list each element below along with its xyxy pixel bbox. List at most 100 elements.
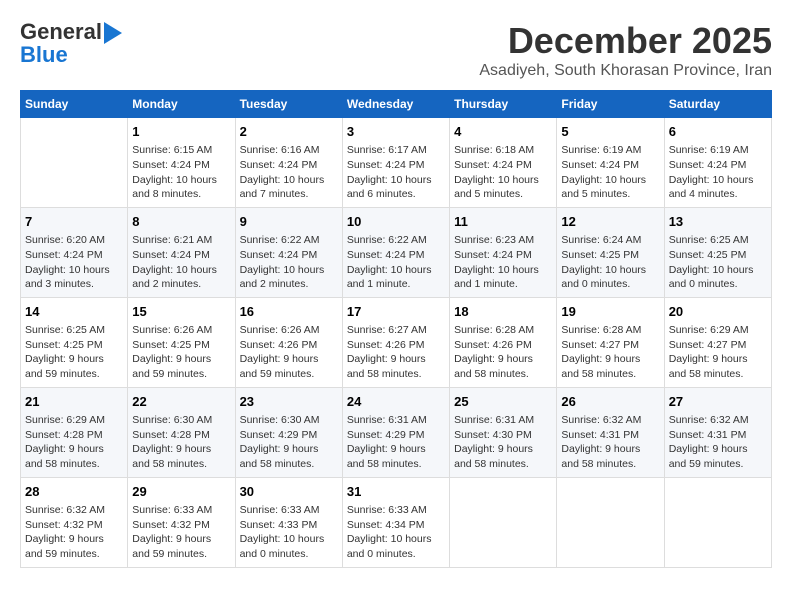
calendar-week-row: 1 Sunrise: 6:15 AM Sunset: 4:24 PM Daylig…: [21, 118, 772, 208]
day-number: 19: [561, 303, 659, 321]
calendar-cell: 17 Sunrise: 6:27 AM Sunset: 4:26 PM Dayli…: [342, 297, 449, 387]
day-number: 31: [347, 483, 445, 501]
weekday-header-monday: Monday: [128, 91, 235, 118]
day-info: Sunrise: 6:16 AM Sunset: 4:24 PM Dayligh…: [240, 143, 338, 202]
calendar-cell: [21, 118, 128, 208]
logo: General Blue: [20, 20, 122, 68]
calendar-cell: 18 Sunrise: 6:28 AM Sunset: 4:26 PM Dayli…: [450, 297, 557, 387]
day-info: Sunrise: 6:17 AM Sunset: 4:24 PM Dayligh…: [347, 143, 445, 202]
calendar-cell: 28 Sunrise: 6:32 AM Sunset: 4:32 PM Dayli…: [21, 477, 128, 567]
day-info: Sunrise: 6:31 AM Sunset: 4:30 PM Dayligh…: [454, 413, 552, 472]
day-info: Sunrise: 6:32 AM Sunset: 4:31 PM Dayligh…: [561, 413, 659, 472]
weekday-header-wednesday: Wednesday: [342, 91, 449, 118]
day-number: 3: [347, 123, 445, 141]
title-block: December 2025 Asadiyeh, South Khorasan P…: [479, 20, 772, 80]
calendar-cell: 13 Sunrise: 6:25 AM Sunset: 4:25 PM Dayli…: [664, 207, 771, 297]
day-number: 22: [132, 393, 230, 411]
day-number: 17: [347, 303, 445, 321]
calendar-cell: 22 Sunrise: 6:30 AM Sunset: 4:28 PM Dayli…: [128, 387, 235, 477]
day-number: 8: [132, 213, 230, 231]
day-number: 24: [347, 393, 445, 411]
calendar-week-row: 14 Sunrise: 6:25 AM Sunset: 4:25 PM Dayli…: [21, 297, 772, 387]
day-number: 25: [454, 393, 552, 411]
calendar-cell: [557, 477, 664, 567]
day-number: 2: [240, 123, 338, 141]
day-info: Sunrise: 6:26 AM Sunset: 4:25 PM Dayligh…: [132, 323, 230, 382]
day-info: Sunrise: 6:22 AM Sunset: 4:24 PM Dayligh…: [240, 233, 338, 292]
day-number: 26: [561, 393, 659, 411]
day-number: 14: [25, 303, 123, 321]
logo-text-blue: Blue: [20, 42, 68, 68]
day-info: Sunrise: 6:30 AM Sunset: 4:28 PM Dayligh…: [132, 413, 230, 472]
day-number: 13: [669, 213, 767, 231]
calendar-cell: 27Sunrise: 6:32 AM Sunset: 4:31 PM Dayli…: [664, 387, 771, 477]
day-number: 6: [669, 123, 767, 141]
day-number: 1: [132, 123, 230, 141]
day-number: 29: [132, 483, 230, 501]
day-number: 21: [25, 393, 123, 411]
day-number: 12: [561, 213, 659, 231]
day-info: Sunrise: 6:19 AM Sunset: 4:24 PM Dayligh…: [669, 143, 767, 202]
logo-text-general: General: [20, 19, 102, 44]
day-info: Sunrise: 6:28 AM Sunset: 4:27 PM Dayligh…: [561, 323, 659, 382]
day-number: 28: [25, 483, 123, 501]
calendar-cell: 31 Sunrise: 6:33 AM Sunset: 4:34 PM Dayli…: [342, 477, 449, 567]
calendar-cell: 30 Sunrise: 6:33 AM Sunset: 4:33 PM Dayli…: [235, 477, 342, 567]
day-info: Sunrise: 6:28 AM Sunset: 4:26 PM Dayligh…: [454, 323, 552, 382]
month-year-title: December 2025: [479, 20, 772, 62]
calendar-cell: 29 Sunrise: 6:33 AM Sunset: 4:32 PM Dayli…: [128, 477, 235, 567]
day-info: Sunrise: 6:25 AM Sunset: 4:25 PM Dayligh…: [669, 233, 767, 292]
day-info: Sunrise: 6:33 AM Sunset: 4:33 PM Dayligh…: [240, 503, 338, 562]
day-info: Sunrise: 6:22 AM Sunset: 4:24 PM Dayligh…: [347, 233, 445, 292]
day-info: Sunrise: 6:23 AM Sunset: 4:24 PM Dayligh…: [454, 233, 552, 292]
calendar-cell: 21 Sunrise: 6:29 AM Sunset: 4:28 PM Dayli…: [21, 387, 128, 477]
day-number: 15: [132, 303, 230, 321]
day-info: Sunrise: 6:27 AM Sunset: 4:26 PM Dayligh…: [347, 323, 445, 382]
weekday-header-tuesday: Tuesday: [235, 91, 342, 118]
calendar-cell: [450, 477, 557, 567]
page-header: General Blue December 2025 Asadiyeh, Sou…: [20, 20, 772, 80]
day-info: Sunrise: 6:26 AM Sunset: 4:26 PM Dayligh…: [240, 323, 338, 382]
day-number: 4: [454, 123, 552, 141]
day-number: 27: [669, 393, 767, 411]
day-info: Sunrise: 6:25 AM Sunset: 4:25 PM Dayligh…: [25, 323, 123, 382]
calendar-week-row: 21 Sunrise: 6:29 AM Sunset: 4:28 PM Dayli…: [21, 387, 772, 477]
calendar-cell: 24Sunrise: 6:31 AM Sunset: 4:29 PM Dayli…: [342, 387, 449, 477]
day-info: Sunrise: 6:33 AM Sunset: 4:32 PM Dayligh…: [132, 503, 230, 562]
calendar-cell: 12Sunrise: 6:24 AM Sunset: 4:25 PM Dayli…: [557, 207, 664, 297]
calendar-cell: 26 Sunrise: 6:32 AM Sunset: 4:31 PM Dayli…: [557, 387, 664, 477]
calendar-cell: 4Sunrise: 6:18 AM Sunset: 4:24 PM Daylig…: [450, 118, 557, 208]
day-number: 11: [454, 213, 552, 231]
calendar-cell: 5Sunrise: 6:19 AM Sunset: 4:24 PM Daylig…: [557, 118, 664, 208]
calendar-cell: 10 Sunrise: 6:22 AM Sunset: 4:24 PM Dayli…: [342, 207, 449, 297]
calendar-cell: 7Sunrise: 6:20 AM Sunset: 4:24 PM Daylig…: [21, 207, 128, 297]
calendar-cell: 1 Sunrise: 6:15 AM Sunset: 4:24 PM Daylig…: [128, 118, 235, 208]
calendar-cell: 9Sunrise: 6:22 AM Sunset: 4:24 PM Daylig…: [235, 207, 342, 297]
day-number: 20: [669, 303, 767, 321]
day-number: 23: [240, 393, 338, 411]
day-info: Sunrise: 6:29 AM Sunset: 4:28 PM Dayligh…: [25, 413, 123, 472]
weekday-header-thursday: Thursday: [450, 91, 557, 118]
calendar-cell: 14 Sunrise: 6:25 AM Sunset: 4:25 PM Dayli…: [21, 297, 128, 387]
weekday-header-friday: Friday: [557, 91, 664, 118]
day-number: 7: [25, 213, 123, 231]
calendar-header-row: SundayMondayTuesdayWednesdayThursdayFrid…: [21, 91, 772, 118]
day-number: 18: [454, 303, 552, 321]
calendar-cell: 20Sunrise: 6:29 AM Sunset: 4:27 PM Dayli…: [664, 297, 771, 387]
day-number: 16: [240, 303, 338, 321]
calendar-cell: 3 Sunrise: 6:17 AM Sunset: 4:24 PM Daylig…: [342, 118, 449, 208]
weekday-header-sunday: Sunday: [21, 91, 128, 118]
day-number: 10: [347, 213, 445, 231]
day-number: 30: [240, 483, 338, 501]
calendar-table: SundayMondayTuesdayWednesdayThursdayFrid…: [20, 90, 772, 568]
calendar-cell: 2 Sunrise: 6:16 AM Sunset: 4:24 PM Daylig…: [235, 118, 342, 208]
day-number: 5: [561, 123, 659, 141]
day-info: Sunrise: 6:32 AM Sunset: 4:32 PM Dayligh…: [25, 503, 123, 562]
calendar-week-row: 7Sunrise: 6:20 AM Sunset: 4:24 PM Daylig…: [21, 207, 772, 297]
day-info: Sunrise: 6:33 AM Sunset: 4:34 PM Dayligh…: [347, 503, 445, 562]
logo-arrow-icon: [104, 22, 122, 44]
day-info: Sunrise: 6:21 AM Sunset: 4:24 PM Dayligh…: [132, 233, 230, 292]
day-info: Sunrise: 6:30 AM Sunset: 4:29 PM Dayligh…: [240, 413, 338, 472]
calendar-cell: 25 Sunrise: 6:31 AM Sunset: 4:30 PM Dayli…: [450, 387, 557, 477]
day-info: Sunrise: 6:15 AM Sunset: 4:24 PM Dayligh…: [132, 143, 230, 202]
